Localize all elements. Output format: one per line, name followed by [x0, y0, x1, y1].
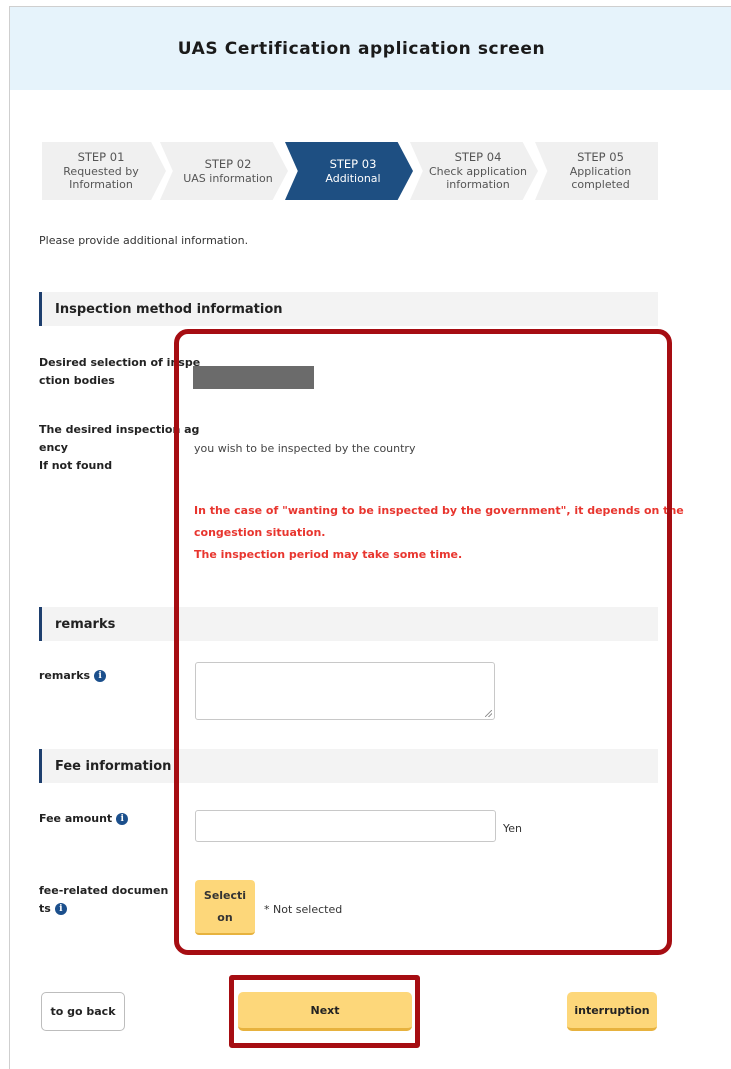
- remarks-label: remarks i: [39, 667, 107, 685]
- fee-amount-input[interactable]: [195, 810, 496, 842]
- warning-line: congestion situation.: [194, 526, 326, 539]
- label-text: remarks: [39, 669, 91, 682]
- masked-value: [193, 366, 314, 389]
- fallback-agency-label: The desired inspection ag ency If not fo…: [39, 421, 199, 475]
- step-02: STEP 02 UAS information: [160, 142, 288, 200]
- label-line: fee-related documen: [39, 884, 169, 897]
- step-number: STEP 05: [577, 150, 624, 164]
- step-number: STEP 01: [77, 150, 125, 164]
- fallback-agency-value: you wish to be inspected by the country: [194, 442, 416, 455]
- label-line: ency: [39, 441, 68, 454]
- fee-unit: Yen: [503, 822, 522, 835]
- step-label: Additional: [325, 171, 381, 185]
- step-number: STEP 03: [329, 156, 377, 171]
- button-label: Selecti: [203, 888, 247, 902]
- inspection-warning: In the case of "wanting to be inspected …: [194, 500, 684, 566]
- info-icon[interactable]: i: [94, 670, 107, 682]
- step-label: completed: [571, 178, 630, 191]
- step-label: Requested by: [63, 165, 139, 178]
- back-button[interactable]: to go back: [41, 992, 125, 1031]
- section-title: remarks: [55, 616, 116, 632]
- select-file-button[interactable]: Selecti on: [195, 880, 255, 935]
- section-title: Inspection method information: [55, 301, 283, 317]
- section-inspection-method: Inspection method information: [39, 292, 658, 326]
- step-label: information: [446, 178, 510, 191]
- remarks-textarea[interactable]: [195, 662, 495, 720]
- section-remarks: remarks: [39, 607, 658, 641]
- interruption-button[interactable]: interruption: [567, 992, 657, 1031]
- label-line: ction bodies: [39, 374, 115, 387]
- label-text: Fee amount: [39, 812, 113, 825]
- page-header: UAS Certification application screen: [10, 7, 731, 90]
- step-label: Information: [69, 178, 133, 191]
- fee-amount-label: Fee amount i: [39, 810, 129, 828]
- file-status: * Not selected: [264, 903, 343, 916]
- step-04: STEP 04 Check application information: [410, 142, 538, 200]
- next-button[interactable]: Next: [238, 992, 412, 1031]
- button-label: on: [217, 910, 233, 924]
- step-label: Check application: [428, 165, 527, 178]
- warning-line: In the case of "wanting to be inspected …: [194, 504, 684, 517]
- step-number: STEP 02: [204, 156, 252, 171]
- info-icon[interactable]: i: [116, 813, 129, 825]
- step-03-active: STEP 03 Additional: [285, 142, 413, 200]
- step-05: STEP 05 Application completed: [535, 142, 658, 200]
- info-icon[interactable]: i: [54, 903, 67, 915]
- intro-text: Please provide additional information.: [39, 234, 249, 247]
- label-line: The desired inspection ag: [39, 423, 200, 436]
- section-fee-information: Fee information: [39, 749, 658, 783]
- section-title: Fee information: [55, 758, 172, 774]
- warning-line: The inspection period may take some time…: [194, 548, 463, 561]
- resize-handle-icon[interactable]: [485, 710, 492, 717]
- step-label: UAS information: [183, 171, 273, 185]
- label-line: ts: [39, 902, 51, 915]
- step-number: STEP 04: [454, 150, 502, 164]
- step-indicator: STEP 01 Requested by Information STEP 02…: [42, 142, 658, 200]
- label-line: Desired selection of inspe: [39, 356, 201, 369]
- step-01: STEP 01 Requested by Information: [42, 142, 166, 200]
- page-title: UAS Certification application screen: [177, 38, 546, 59]
- label-line: If not found: [39, 459, 113, 472]
- step-label: Application: [569, 165, 632, 178]
- fee-documents-label: fee-related documen ts i: [39, 882, 168, 918]
- desired-inspection-bodies-label: Desired selection of inspe ction bodies: [39, 354, 200, 390]
